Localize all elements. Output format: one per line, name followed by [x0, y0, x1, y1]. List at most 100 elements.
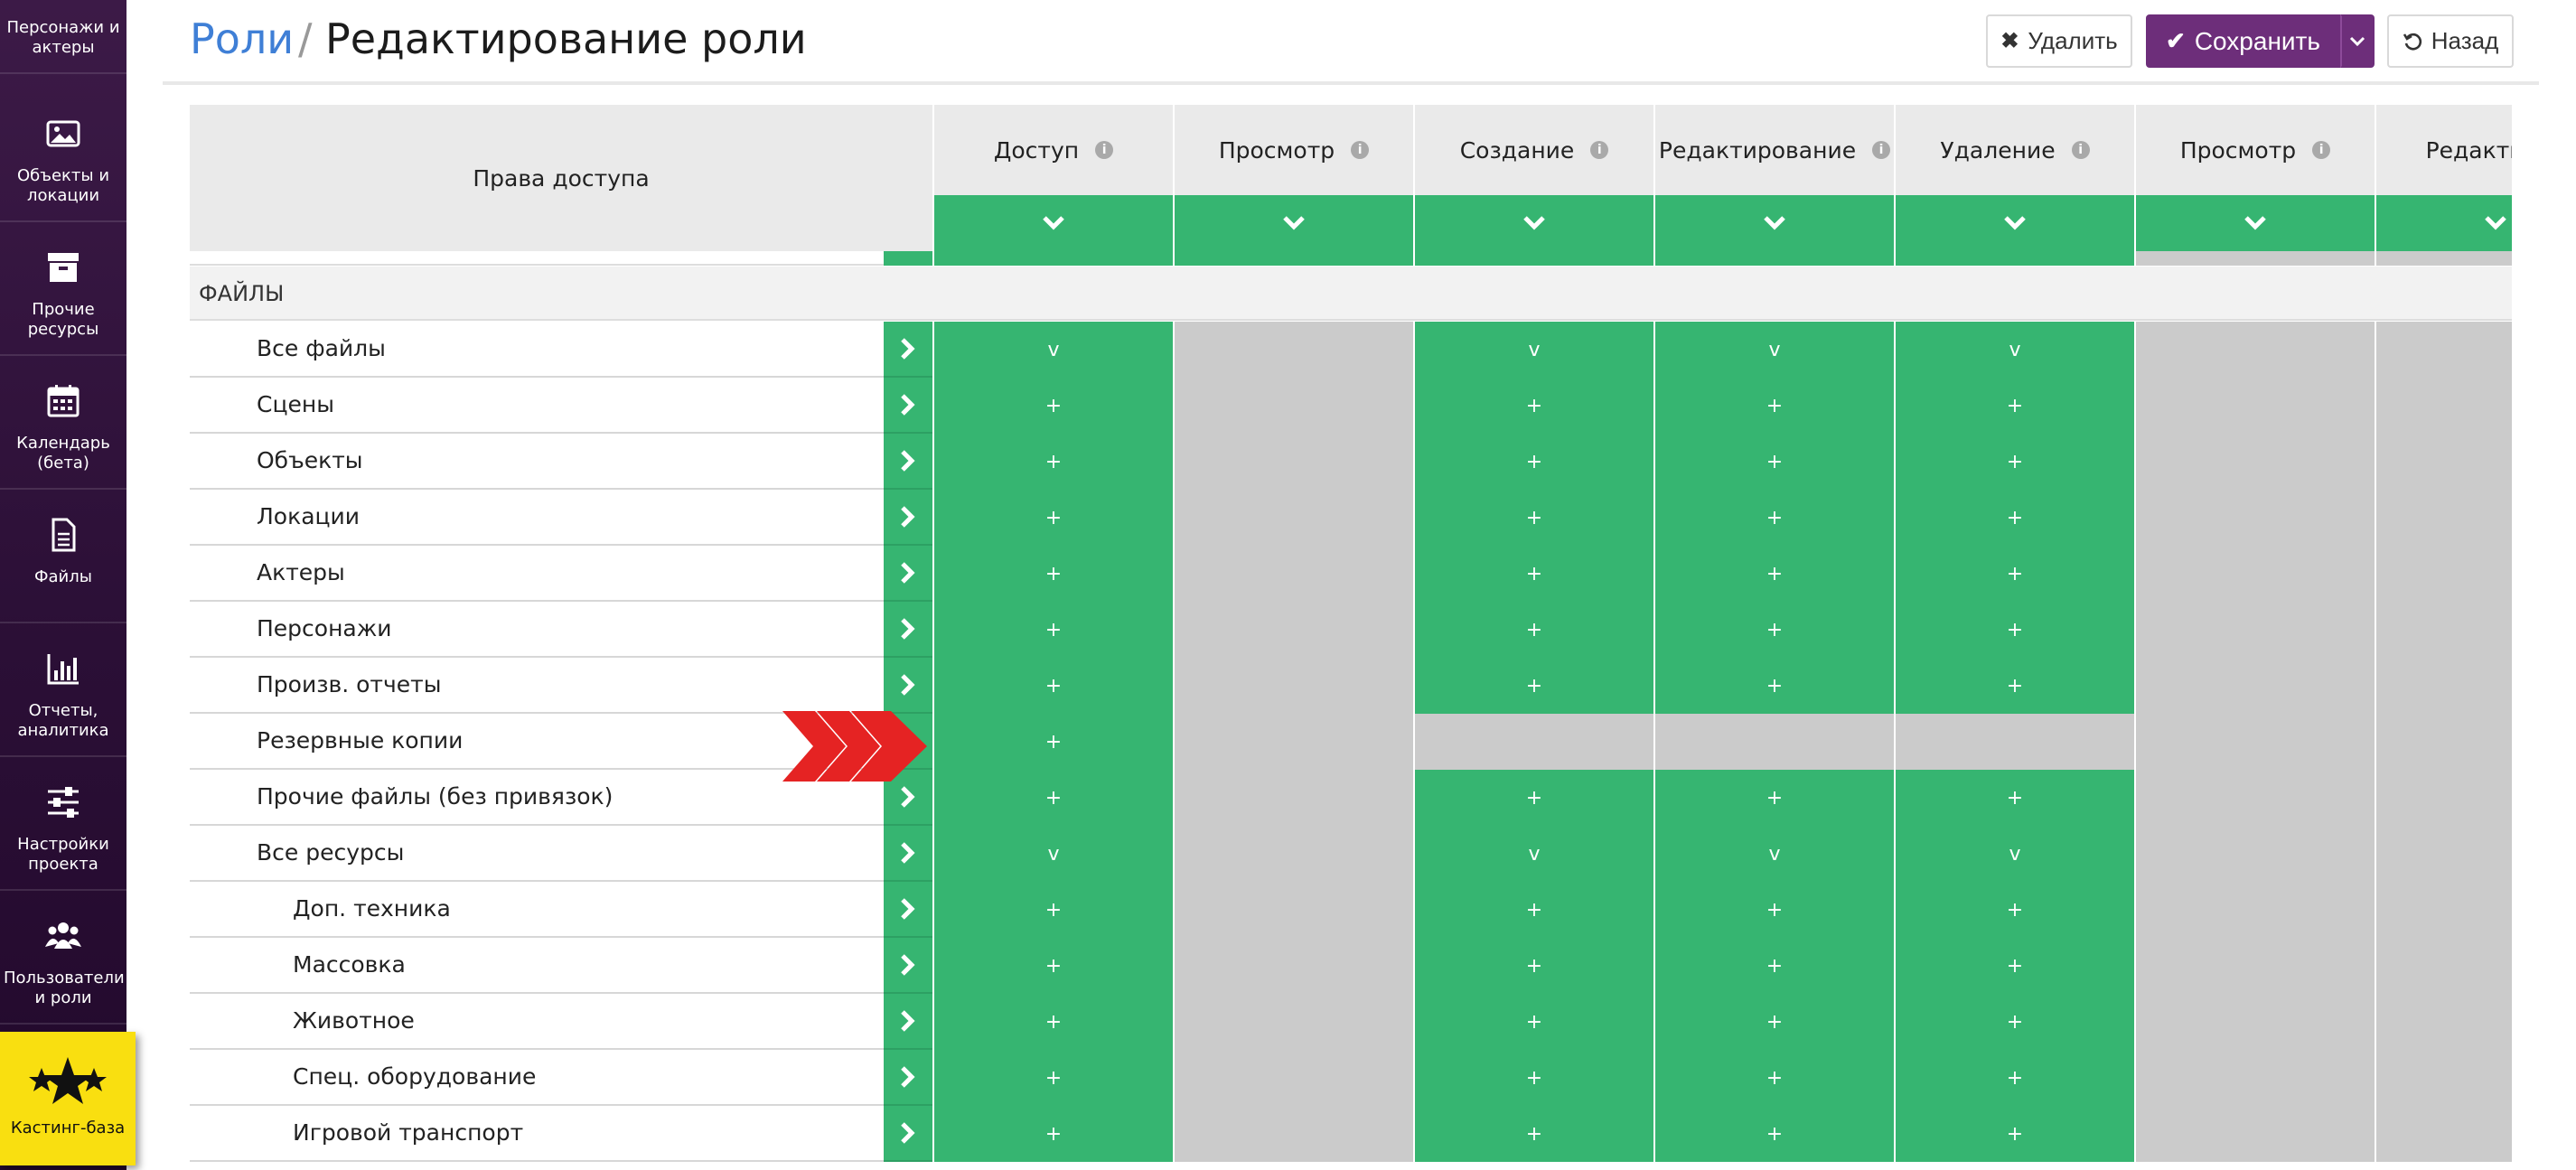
permission-cell[interactable]: [2375, 770, 2512, 826]
permission-cell[interactable]: +: [1894, 938, 2134, 994]
sidebar-item-file[interactable]: Файлы: [0, 491, 126, 623]
back-button[interactable]: Назад: [2387, 14, 2514, 68]
permission-cell[interactable]: [2134, 378, 2375, 434]
delete-button[interactable]: ✖ Удалить: [1986, 14, 2132, 68]
breadcrumb-roles-link[interactable]: Роли: [190, 14, 294, 63]
row-expand-button[interactable]: [884, 434, 932, 490]
permission-cell[interactable]: [1173, 378, 1413, 434]
permission-cell[interactable]: +: [1653, 658, 1894, 714]
permission-cell[interactable]: [2375, 251, 2512, 266]
permission-cell[interactable]: +: [1653, 490, 1894, 546]
permission-cell[interactable]: [2134, 938, 2375, 994]
permission-cell[interactable]: [2375, 826, 2512, 882]
permission-cell[interactable]: v: [1653, 826, 1894, 882]
column-toggle-all-button[interactable]: [932, 195, 1173, 251]
row-expand-button[interactable]: [884, 1106, 932, 1162]
row-expand-button[interactable]: [884, 882, 932, 938]
permission-cell[interactable]: [2375, 378, 2512, 434]
permission-cell[interactable]: [2134, 602, 2375, 658]
permission-cell[interactable]: [1173, 434, 1413, 490]
permission-cell[interactable]: +: [1413, 658, 1653, 714]
permission-cell[interactable]: v: [1894, 826, 2134, 882]
permission-cell[interactable]: [1173, 602, 1413, 658]
permission-cell[interactable]: [1173, 770, 1413, 826]
permission-cell[interactable]: [1173, 546, 1413, 602]
permission-cell[interactable]: +: [1413, 994, 1653, 1050]
column-toggle-all-button[interactable]: [1173, 195, 1413, 251]
info-icon[interactable]: i: [1351, 141, 1370, 159]
row-expand-button[interactable]: [884, 1050, 932, 1106]
permission-cell[interactable]: +: [1413, 378, 1653, 434]
permission-cell[interactable]: +: [1894, 658, 2134, 714]
permission-cell[interactable]: [1413, 714, 1653, 770]
permission-cell[interactable]: +: [1894, 1050, 2134, 1106]
save-button[interactable]: ✔ Сохранить: [2146, 14, 2340, 68]
row-expand-button[interactable]: [884, 994, 932, 1050]
row-expand-button[interactable]: [884, 938, 932, 994]
column-toggle-all-button[interactable]: [1413, 195, 1653, 251]
permission-cell[interactable]: +: [1413, 490, 1653, 546]
permission-cell[interactable]: [1173, 1106, 1413, 1162]
permission-cell[interactable]: +: [1894, 994, 2134, 1050]
permission-cell[interactable]: +: [1413, 938, 1653, 994]
permission-cell[interactable]: [1173, 1050, 1413, 1106]
permission-cell[interactable]: [1653, 714, 1894, 770]
permission-cell[interactable]: [2134, 1106, 2375, 1162]
info-icon[interactable]: i: [1872, 141, 1891, 159]
permission-cell[interactable]: +: [1894, 1106, 2134, 1162]
permission-cell[interactable]: [2375, 714, 2512, 770]
permission-cell[interactable]: [2375, 882, 2512, 938]
permission-cell[interactable]: v: [932, 322, 1173, 378]
permission-cell[interactable]: [2375, 938, 2512, 994]
permission-cell[interactable]: [1413, 251, 1653, 266]
permission-cell[interactable]: +: [1413, 1050, 1653, 1106]
permission-cell[interactable]: [2375, 1106, 2512, 1162]
sidebar-item-calendar[interactable]: Календарь (бета): [0, 358, 126, 490]
permission-cell[interactable]: [2134, 546, 2375, 602]
permission-cell[interactable]: +: [932, 490, 1173, 546]
permission-cell[interactable]: +: [1894, 602, 2134, 658]
row-expand-button[interactable]: [884, 826, 932, 882]
permission-cell[interactable]: +: [1653, 378, 1894, 434]
permission-cell[interactable]: [2134, 658, 2375, 714]
permission-cell[interactable]: +: [932, 658, 1173, 714]
permission-cell[interactable]: +: [1413, 602, 1653, 658]
permission-cell[interactable]: v: [1413, 322, 1653, 378]
save-options-dropdown[interactable]: [2340, 14, 2375, 68]
permission-cell[interactable]: +: [1413, 434, 1653, 490]
permission-cell[interactable]: +: [932, 546, 1173, 602]
permission-cell[interactable]: [1173, 882, 1413, 938]
permission-cell[interactable]: +: [1653, 602, 1894, 658]
sidebar-item-person[interactable]: Персонажи и актеры: [0, 0, 126, 74]
permission-cell[interactable]: +: [932, 994, 1173, 1050]
permission-cell[interactable]: [2134, 994, 2375, 1050]
permission-cell[interactable]: +: [1653, 1050, 1894, 1106]
permission-cell[interactable]: +: [1653, 938, 1894, 994]
permission-cell[interactable]: [2134, 770, 2375, 826]
permission-cell[interactable]: [2134, 251, 2375, 266]
row-expand-button[interactable]: [884, 322, 932, 378]
sidebar-item-sliders[interactable]: Настройки проекта: [0, 759, 126, 891]
permission-cell[interactable]: [2134, 714, 2375, 770]
permission-cell[interactable]: +: [932, 378, 1173, 434]
permission-cell[interactable]: [2375, 546, 2512, 602]
column-toggle-all-button[interactable]: [1894, 195, 2134, 251]
permission-cell[interactable]: +: [932, 1050, 1173, 1106]
permission-cell[interactable]: +: [1413, 770, 1653, 826]
permission-cell[interactable]: +: [1894, 882, 2134, 938]
permission-cell[interactable]: [2134, 434, 2375, 490]
row-expand-button[interactable]: [884, 378, 932, 434]
sidebar-item-bar-chart[interactable]: Отчеты, аналитика: [0, 625, 126, 757]
row-expand-button[interactable]: [884, 251, 932, 266]
permission-cell[interactable]: +: [932, 882, 1173, 938]
column-toggle-all-button[interactable]: [1653, 195, 1894, 251]
row-expand-button[interactable]: [884, 490, 932, 546]
permission-cell[interactable]: +: [1894, 378, 2134, 434]
permission-cell[interactable]: [1173, 490, 1413, 546]
permission-cell[interactable]: +: [1413, 546, 1653, 602]
permission-cell[interactable]: +: [1413, 882, 1653, 938]
permission-cell[interactable]: +: [1653, 546, 1894, 602]
permission-cell[interactable]: +: [932, 602, 1173, 658]
permission-cell[interactable]: [932, 251, 1173, 266]
permission-cell[interactable]: [2375, 1050, 2512, 1106]
